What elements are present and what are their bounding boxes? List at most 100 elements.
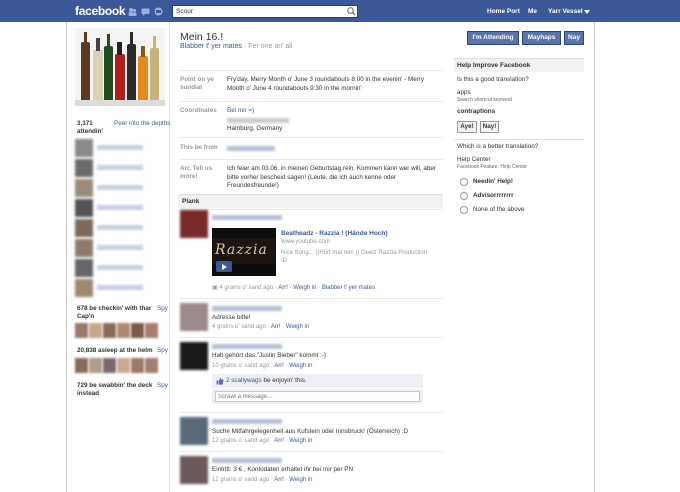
- attendee-row[interactable]: [75, 179, 167, 199]
- wall-post: Eintritt: 3 € , Kontodaten erhaltet ihr …: [180, 451, 443, 492]
- translation-term: Help Center: [457, 156, 491, 163]
- info-row-location: Coordinates Bei mir =) Hamburg, Germany: [180, 101, 443, 135]
- thumbs-up-icon: [216, 377, 224, 385]
- like-link[interactable]: Arr!: [274, 477, 284, 483]
- play-icon[interactable]: [216, 261, 232, 272]
- post-text: Suche Mitfahrgelegenheit aus Kufstein od…: [212, 428, 408, 435]
- event-description: Ich feier am 03.06. in meinen Geburtstag…: [227, 165, 436, 189]
- post-text: Hab gehört das "Justin Bieber" kommt :-): [212, 352, 327, 359]
- post-meta: 10 grains o' sand ago · Arr! · Weigh in: [212, 363, 313, 369]
- attendee-row[interactable]: [75, 159, 167, 179]
- attendee-row[interactable]: [75, 199, 167, 219]
- like-link[interactable]: Arr!: [278, 285, 288, 291]
- wall-post: Adresse bitte! 4 grains o' sand ago · Ar…: [180, 298, 443, 336]
- post-meta: 4 grains o' sand ago · Arr! · Weigh in: [212, 324, 310, 330]
- avatar[interactable]: [180, 303, 208, 331]
- wall-post: Suche Mitfahrgelegenheit aus Kufstein od…: [180, 412, 443, 450]
- top-bar: facebook Scour Home Port Me Yarr Vessel: [0, 0, 680, 22]
- comment-link[interactable]: Weigh in: [286, 324, 309, 330]
- host-name[interactable]: [227, 146, 442, 151]
- comment-link[interactable]: Weigh in: [289, 438, 312, 444]
- vote-yes-button[interactable]: Aye!: [457, 121, 477, 133]
- likes-box: 2 scallywags be enjoyin' this.: [212, 374, 423, 388]
- spy-swabbin-link[interactable]: Spy: [157, 382, 168, 389]
- maybe-button[interactable]: Mayhaps: [522, 31, 561, 45]
- spy-asleep-link[interactable]: Spy: [157, 347, 168, 354]
- post-meta: ▣ 4 grains o' sand ago · Arr! · Weigh in…: [212, 285, 375, 291]
- comment-link[interactable]: Weigh in: [293, 285, 316, 291]
- info-row-description: Arr, Tell us more! Ich feier am 03.06. i…: [180, 159, 443, 193]
- decline-button[interactable]: Nay: [564, 31, 584, 45]
- event-privacy: Fer one an' all: [248, 43, 293, 50]
- maybe-avatars[interactable]: [75, 323, 167, 338]
- info-row-time: Point on ye sundial Fry'day, Merry Month…: [180, 70, 443, 100]
- nav-account[interactable]: Yarr Vessel: [548, 8, 583, 15]
- friend-requests-icon[interactable]: [128, 7, 137, 16]
- messages-icon[interactable]: [141, 7, 150, 16]
- attendee-row[interactable]: [75, 279, 167, 299]
- video-thumbnail[interactable]: Razzia: [212, 228, 276, 276]
- video-title-link[interactable]: Beatheadz - Razzia ! (Hände Hoch): [281, 230, 388, 237]
- swabbin-count: 729 be swabbin' the deck instead: [77, 382, 153, 397]
- notifications-icon[interactable]: [154, 7, 163, 16]
- attendee-row[interactable]: [75, 219, 167, 239]
- search-icon[interactable]: [346, 6, 357, 17]
- vote-no-button[interactable]: Nay!: [480, 121, 499, 133]
- translation-term-context: Search shortcut keyword: [457, 97, 513, 103]
- post-text: Adresse bitte!: [212, 314, 251, 321]
- better-translation-question: Which is a better translation?: [457, 143, 539, 150]
- asleep-count: 20,838 asleep at the helm: [77, 347, 153, 354]
- asleep-avatars[interactable]: [75, 358, 167, 373]
- event-picture[interactable]: [75, 28, 165, 106]
- comment-link[interactable]: Weigh in: [289, 477, 312, 483]
- video-description: Nice Song... ((Hört mal rein )) Geelz Ra…: [281, 250, 428, 264]
- poster-name[interactable]: [212, 306, 282, 311]
- avatar[interactable]: [180, 342, 208, 370]
- poster-name[interactable]: [212, 344, 282, 349]
- event-time: Fry'day, Merry Month o' June 3 roundabou…: [227, 76, 425, 92]
- video-url: www.youtube.com: [281, 239, 330, 245]
- nav-profile[interactable]: Me: [528, 8, 537, 15]
- share-post-link[interactable]: Blabber t' yer mates: [322, 285, 375, 291]
- facebook-logo[interactable]: facebook: [75, 4, 126, 18]
- comment-input[interactable]: [215, 391, 420, 402]
- nav-home[interactable]: Home Port: [487, 8, 520, 15]
- post-meta: 12 grains o' sand ago · Arr! · Weigh in: [212, 438, 313, 444]
- like-link[interactable]: Arr!: [274, 438, 284, 444]
- likers-link[interactable]: 2 scallywags: [226, 377, 262, 384]
- poster-name[interactable]: [212, 458, 282, 463]
- poster-name[interactable]: [212, 215, 282, 220]
- like-link[interactable]: Arr!: [274, 363, 284, 369]
- attending-count: 3,371 attendin': [77, 120, 103, 135]
- search-input[interactable]: Scour: [172, 5, 358, 18]
- avatar[interactable]: [180, 417, 208, 445]
- radio-button[interactable]: [460, 178, 468, 186]
- account-dropdown-icon[interactable]: [584, 10, 590, 14]
- avatar[interactable]: [180, 210, 208, 238]
- info-row-host: This be from: [180, 137, 443, 157]
- help-translate-header: Help Improve Facebook: [454, 58, 584, 72]
- attending-button[interactable]: I'm Attending: [467, 31, 519, 45]
- avatar[interactable]: [180, 456, 208, 484]
- maybe-count: 678 be checkin' with thar Cap'n: [77, 305, 152, 320]
- event-subtitle: Blabber t' yer mates · Fer one an' all: [180, 43, 293, 50]
- attendee-row[interactable]: [75, 139, 167, 159]
- post-meta: 12 grains o' sand ago · Arr! · Weigh in: [212, 477, 313, 483]
- translation-term-context: Facebook Feature: Help Center: [457, 164, 528, 170]
- column-divider: [169, 22, 170, 492]
- post-text: Eintritt: 3 € , Kontodaten erhaltet ihr …: [212, 466, 354, 473]
- wall-header: Plank: [178, 194, 443, 208]
- poster-name[interactable]: [212, 419, 282, 424]
- like-link[interactable]: Arr!: [271, 324, 281, 330]
- attendee-row[interactable]: [75, 239, 167, 259]
- peer-into-depths-link[interactable]: Peer into the depths: [114, 120, 170, 127]
- spy-maybe-link[interactable]: Spy: [157, 305, 168, 312]
- translation-question: Is this a good translation?: [457, 76, 529, 83]
- share-icon: ▣: [212, 285, 218, 291]
- location-link[interactable]: Bei mir =): [227, 107, 442, 116]
- attendee-row[interactable]: [75, 259, 167, 279]
- radio-button[interactable]: [460, 206, 468, 214]
- radio-button[interactable]: [460, 192, 468, 200]
- share-link[interactable]: Blabber t' yer mates: [180, 43, 242, 50]
- comment-link[interactable]: Weigh in: [289, 363, 312, 369]
